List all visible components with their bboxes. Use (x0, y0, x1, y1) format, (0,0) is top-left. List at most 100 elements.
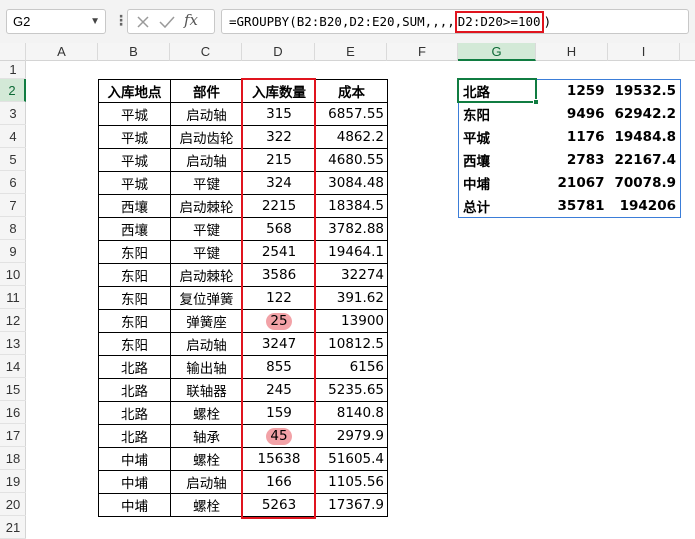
table-cell[interactable]: 启动齿轮 (170, 125, 243, 149)
row-header-3[interactable]: 3 (0, 102, 26, 125)
table-cell[interactable]: 复位弹簧 (170, 286, 243, 310)
row-header-2[interactable]: 2 (0, 79, 26, 102)
table-cell[interactable]: 西壤 (98, 194, 171, 218)
table-cell[interactable]: 弹簧座 (170, 309, 243, 333)
table-cell[interactable]: 东阳 (98, 332, 171, 356)
table-cell[interactable]: 51605.4 (315, 447, 388, 471)
table-cell[interactable]: 122 (242, 286, 316, 310)
table-cell[interactable]: 18384.5 (315, 194, 388, 218)
table-cell[interactable]: 391.62 (315, 286, 388, 310)
row-header-9[interactable]: 9 (0, 240, 26, 263)
table-cell[interactable]: 324 (242, 171, 316, 195)
table-cell[interactable]: 5263 (242, 493, 316, 517)
chevron-down-icon[interactable]: ▼ (90, 10, 100, 33)
row-header-10[interactable]: 10 (0, 263, 26, 286)
row-header-1[interactable]: 1 (0, 61, 26, 79)
table-cell[interactable]: 8140.8 (315, 401, 388, 425)
result-cell[interactable]: 北路 (459, 80, 537, 103)
result-cell[interactable]: 19484.8 (609, 126, 681, 149)
column-header-a[interactable]: A (26, 43, 98, 61)
more-options-icon[interactable]: ⋮ (114, 10, 128, 32)
table-cell[interactable]: 联轴器 (170, 378, 243, 402)
row-header-18[interactable]: 18 (0, 447, 26, 470)
table-cell[interactable]: 1105.56 (315, 470, 388, 494)
result-cell[interactable]: 9496 (537, 103, 609, 126)
table-cell[interactable]: 启动轴 (170, 102, 243, 126)
table-cell[interactable]: 315 (242, 102, 316, 126)
header-cell[interactable]: 部件 (170, 79, 243, 103)
table-cell[interactable]: 启动棘轮 (170, 194, 243, 218)
row-header-4[interactable]: 4 (0, 125, 26, 148)
table-cell[interactable]: 螺栓 (170, 401, 243, 425)
row-header-15[interactable]: 15 (0, 378, 26, 401)
result-cell[interactable]: 22167.4 (609, 149, 681, 172)
table-cell[interactable]: 45 (242, 424, 316, 448)
table-cell[interactable]: 4680.55 (315, 148, 388, 172)
row-header-12[interactable]: 12 (0, 309, 26, 332)
table-cell[interactable]: 2541 (242, 240, 316, 264)
row-header-7[interactable]: 7 (0, 194, 26, 217)
result-cell[interactable]: 19532.5 (609, 80, 681, 103)
column-header-b[interactable]: B (98, 43, 170, 61)
table-cell[interactable]: 平城 (98, 148, 171, 172)
table-cell[interactable]: 北路 (98, 378, 171, 402)
table-cell[interactable]: 2979.9 (315, 424, 388, 448)
row-header-8[interactable]: 8 (0, 217, 26, 240)
result-cell[interactable]: 总计 (459, 195, 537, 218)
table-cell[interactable]: 螺栓 (170, 493, 243, 517)
column-header-g[interactable]: G (458, 43, 536, 61)
table-cell[interactable]: 19464.1 (315, 240, 388, 264)
insert-function-icon[interactable]: fx (184, 11, 198, 29)
row-header-20[interactable]: 20 (0, 493, 26, 516)
table-cell[interactable]: 北路 (98, 424, 171, 448)
table-cell[interactable]: 2215 (242, 194, 316, 218)
table-cell[interactable]: 螺栓 (170, 447, 243, 471)
table-cell[interactable]: 3247 (242, 332, 316, 356)
table-cell[interactable]: 东阳 (98, 309, 171, 333)
table-cell[interactable]: 启动轴 (170, 332, 243, 356)
table-cell[interactable]: 322 (242, 125, 316, 149)
table-cell[interactable]: 启动轴 (170, 470, 243, 494)
table-cell[interactable]: 15638 (242, 447, 316, 471)
table-cell[interactable]: 10812.5 (315, 332, 388, 356)
column-header-e[interactable]: E (315, 43, 387, 61)
row-header-5[interactable]: 5 (0, 148, 26, 171)
column-header-f[interactable]: F (387, 43, 458, 61)
name-box[interactable]: G2 ▼ (6, 9, 106, 34)
row-header-17[interactable]: 17 (0, 424, 26, 447)
row-header-13[interactable]: 13 (0, 332, 26, 355)
table-cell[interactable]: 北路 (98, 401, 171, 425)
table-cell[interactable]: 215 (242, 148, 316, 172)
table-cell[interactable]: 245 (242, 378, 316, 402)
result-cell[interactable]: 东阳 (459, 103, 537, 126)
result-cell[interactable]: 35781 (537, 195, 609, 218)
table-cell[interactable]: 启动棘轮 (170, 263, 243, 287)
row-header-21[interactable]: 21 (0, 516, 26, 539)
table-cell[interactable]: 平城 (98, 171, 171, 195)
result-cell[interactable]: 194206 (609, 195, 681, 218)
result-cell[interactable]: 1176 (537, 126, 609, 149)
table-cell[interactable]: 6857.55 (315, 102, 388, 126)
table-cell[interactable]: 平城 (98, 102, 171, 126)
table-cell[interactable]: 4862.2 (315, 125, 388, 149)
table-cell[interactable]: 东阳 (98, 263, 171, 287)
table-cell[interactable]: 159 (242, 401, 316, 425)
column-header-i[interactable]: I (608, 43, 680, 61)
result-cell[interactable]: 62942.2 (609, 103, 681, 126)
table-cell[interactable]: 平键 (170, 240, 243, 264)
column-header-h[interactable]: H (536, 43, 608, 61)
row-header-6[interactable]: 6 (0, 171, 26, 194)
table-cell[interactable]: 32274 (315, 263, 388, 287)
result-cell[interactable]: 70078.9 (609, 172, 681, 195)
table-cell[interactable]: 3586 (242, 263, 316, 287)
row-header-14[interactable]: 14 (0, 355, 26, 378)
table-cell[interactable]: 855 (242, 355, 316, 379)
result-cell[interactable]: 中埔 (459, 172, 537, 195)
result-cell[interactable]: 2783 (537, 149, 609, 172)
table-cell[interactable]: 3084.48 (315, 171, 388, 195)
table-cell[interactable]: 输出轴 (170, 355, 243, 379)
result-cell[interactable]: 西壤 (459, 149, 537, 172)
table-cell[interactable]: 平键 (170, 171, 243, 195)
table-cell[interactable]: 中埔 (98, 447, 171, 471)
table-cell[interactable]: 中埔 (98, 493, 171, 517)
